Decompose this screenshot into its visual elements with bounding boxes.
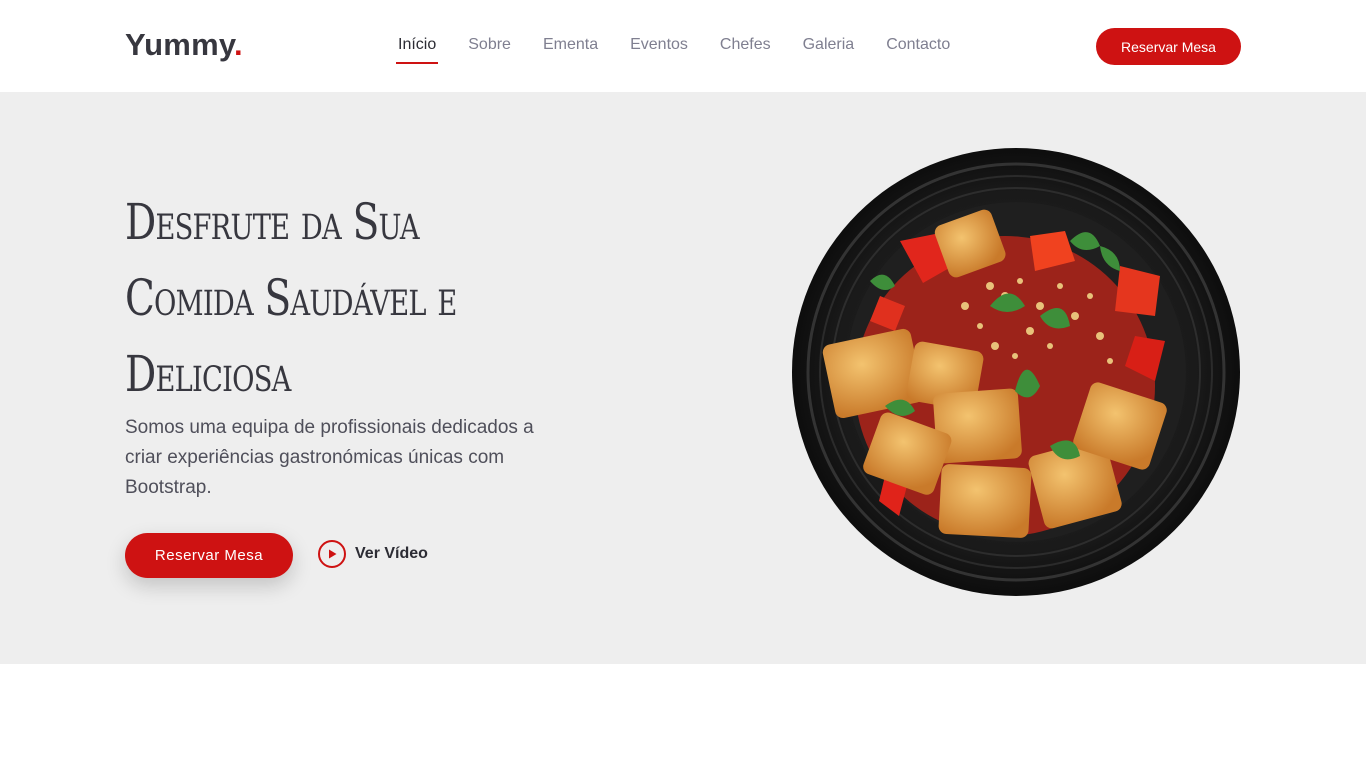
hero-title-line-2: Comida Saudável e — [125, 269, 457, 327]
nav-item-contacto[interactable]: Contacto — [886, 36, 950, 64]
nav-item-galeria[interactable]: Galeria — [803, 36, 855, 64]
logo-dot: . — [233, 27, 243, 62]
nav-item-ementa[interactable]: Ementa — [543, 36, 598, 64]
nav-item-eventos[interactable]: Eventos — [630, 36, 688, 64]
dish-image — [792, 148, 1240, 596]
play-circle-icon — [318, 540, 346, 568]
site-header: Yummy. Início Sobre Ementa Eventos Chefe… — [0, 0, 1366, 92]
nav-item-inicio[interactable]: Início — [395, 36, 439, 64]
hero-title: Desfrute da Sua Comida Saudável e Delici… — [125, 184, 531, 412]
hero-description: Somos uma equipa de profissionais dedica… — [125, 417, 534, 498]
hero-title-line-1: Desfrute da Sua — [125, 193, 420, 251]
hero-reserve-button[interactable]: Reservar Mesa — [125, 533, 293, 578]
watch-video-link[interactable]: Ver Vídeo — [318, 540, 428, 568]
nav-item-chefes[interactable]: Chefes — [720, 36, 771, 64]
logo[interactable]: Yummy. — [125, 27, 243, 63]
main-nav: Início Sobre Ementa Eventos Chefes Galer… — [395, 36, 982, 64]
watch-video-label: Ver Vídeo — [355, 545, 428, 562]
logo-text: Yummy — [125, 27, 234, 62]
nav-item-sobre[interactable]: Sobre — [468, 36, 511, 64]
hero-title-line-3: Deliciosa — [125, 345, 291, 403]
hero-section: Desfrute da Sua Comida Saudável e Delici… — [0, 92, 1366, 664]
header-reserve-button[interactable]: Reservar Mesa — [1096, 28, 1241, 65]
